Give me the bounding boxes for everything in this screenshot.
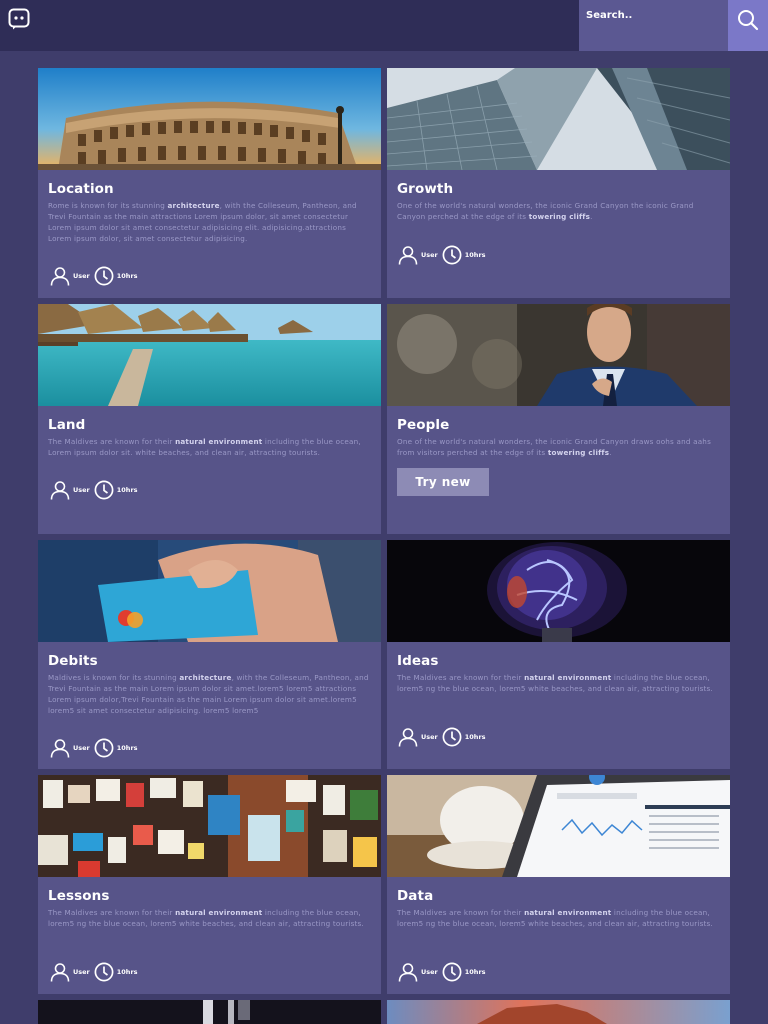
time-label: 10hrs (116, 486, 138, 494)
top-bar (0, 0, 768, 51)
clock-icon[interactable] (442, 245, 462, 265)
time-label: 10hrs (116, 272, 138, 280)
user-icon[interactable] (50, 480, 70, 500)
card-description: The Maldives are known for their natural… (48, 908, 364, 928)
card-meta: User 10hrs (50, 479, 142, 501)
clock-icon[interactable] (94, 266, 114, 286)
clock-icon[interactable] (94, 480, 114, 500)
card-title: Debits (48, 653, 98, 669)
card-meta: User 10hrs (398, 244, 490, 266)
search-icon (738, 10, 759, 31)
colosseum-image (38, 68, 381, 170)
clock-icon[interactable] (442, 727, 462, 747)
time-label: 10hrs (116, 968, 138, 976)
card-description: One of the world's natural wonders, the … (397, 437, 712, 457)
chat-bubble-logo-icon[interactable] (8, 8, 30, 30)
user-label: User (73, 744, 90, 752)
card-location[interactable]: Location Rome is known for its stunning … (38, 68, 381, 298)
user-icon[interactable] (398, 245, 418, 265)
card-lessons[interactable]: Lessons The Maldives are known for their… (38, 775, 381, 994)
time-label: 10hrs (464, 968, 486, 976)
card-meta: User 10hrs (50, 737, 142, 759)
card-title: Location (48, 181, 114, 197)
card-title: Data (397, 888, 434, 904)
card-partial-right[interactable] (387, 1000, 730, 1024)
credit-card-image (38, 540, 381, 642)
time-label: 10hrs (464, 733, 486, 741)
user-icon[interactable] (50, 266, 70, 286)
user-label: User (73, 486, 90, 494)
time-label: 10hrs (464, 251, 486, 259)
card-debits[interactable]: Debits Maldives is known for its stunnin… (38, 540, 381, 769)
search-button[interactable] (728, 0, 768, 51)
card-description: One of the world's natural wonders, the … (397, 201, 694, 221)
card-meta: User 10hrs (398, 726, 490, 748)
card-title: Lessons (48, 888, 110, 904)
user-icon[interactable] (50, 738, 70, 758)
card-title: People (397, 417, 450, 433)
user-icon[interactable] (50, 962, 70, 982)
search-input[interactable] (579, 0, 728, 51)
card-partial-left[interactable] (38, 1000, 381, 1024)
user-label: User (421, 251, 438, 259)
maldives-image (38, 304, 381, 406)
card-meta: User 10hrs (50, 265, 142, 287)
partial-image (38, 1000, 381, 1024)
posters-wall-image (38, 775, 381, 877)
card-people[interactable]: People One of the world's natural wonder… (387, 304, 730, 534)
partial-image (387, 1000, 730, 1024)
user-icon[interactable] (398, 962, 418, 982)
card-description: The Maldives are known for their natural… (397, 908, 713, 928)
lightbulb-image (387, 540, 730, 642)
card-growth[interactable]: Growth One of the world's natural wonder… (387, 68, 730, 298)
user-label: User (421, 968, 438, 976)
try-new-button[interactable]: Try new (397, 468, 489, 496)
clock-icon[interactable] (442, 962, 462, 982)
clock-icon[interactable] (94, 738, 114, 758)
card-ideas[interactable]: Ideas The Maldives are known for their n… (387, 540, 730, 769)
user-label: User (73, 968, 90, 976)
user-label: User (73, 272, 90, 280)
card-description: The Maldives are known for their natural… (48, 437, 361, 457)
card-description: The Maldives are known for their natural… (397, 673, 713, 693)
businessman-image (387, 304, 730, 406)
card-title: Land (48, 417, 86, 433)
card-data[interactable]: Data The Maldives are known for their na… (387, 775, 730, 994)
card-title: Ideas (397, 653, 439, 669)
time-label: 10hrs (116, 744, 138, 752)
card-meta: User 10hrs (50, 961, 142, 983)
clock-icon[interactable] (94, 962, 114, 982)
user-label: User (421, 733, 438, 741)
skyscraper-image (387, 68, 730, 170)
user-icon[interactable] (398, 727, 418, 747)
card-description: Rome is known for its stunning architect… (48, 201, 357, 243)
card-land[interactable]: Land The Maldives are known for their na… (38, 304, 381, 534)
analytics-laptop-image (387, 775, 730, 877)
card-title: Growth (397, 181, 454, 197)
card-description: Maldives is known for its stunning archi… (48, 673, 369, 715)
card-meta: User 10hrs (398, 961, 490, 983)
